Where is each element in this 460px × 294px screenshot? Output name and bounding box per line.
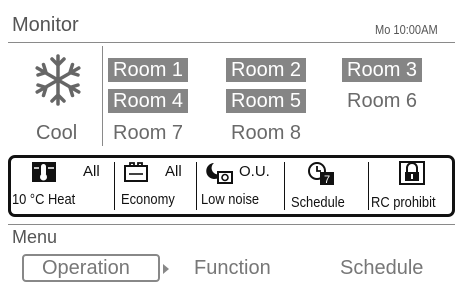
status-economy-label: Economy <box>121 191 175 208</box>
room-5[interactable]: Room 5 <box>226 89 307 113</box>
status-schedule-label: Schedule <box>291 194 345 211</box>
room-3[interactable]: Room 3 <box>342 58 423 82</box>
menu-label: Menu <box>12 227 58 247</box>
status-heat-scope: All <box>83 163 100 180</box>
mode-label: Cool <box>36 122 78 144</box>
tab-operation[interactable]: Operation <box>22 254 160 282</box>
menu-divider <box>8 224 455 225</box>
economy-icon <box>123 161 149 188</box>
chevron-right-icon <box>163 264 169 274</box>
room-6[interactable]: Room 6 <box>342 89 422 113</box>
screen-title: Monitor <box>12 14 79 36</box>
heat-thermometer-icon <box>31 161 57 188</box>
room-8[interactable]: Room 8 <box>226 121 306 145</box>
status-low-noise-label: Low noise <box>201 191 260 208</box>
status-schedule: 7 Schedule <box>285 158 368 214</box>
status-bar: All 10 °C Heat All Economy O.U. Low nois… <box>8 155 455 217</box>
room-4[interactable]: Room 4 <box>108 89 189 113</box>
status-economy-scope: All <box>165 163 182 180</box>
status-rc-prohibit: RC prohibit <box>369 158 455 214</box>
status-heat: All 10 °C Heat <box>11 158 114 214</box>
tab-schedule[interactable]: Schedule <box>340 257 423 280</box>
tab-function[interactable]: Function <box>194 257 271 280</box>
header-divider <box>8 42 455 43</box>
status-rc-prohibit-label: RC prohibit <box>371 194 436 211</box>
status-low-noise: O.U. Low noise <box>197 158 284 214</box>
svg-text:7: 7 <box>324 174 330 186</box>
room-2[interactable]: Room 2 <box>226 58 307 82</box>
status-heat-label: 10 °C Heat <box>12 191 76 208</box>
snowflake-icon <box>30 52 86 108</box>
room-7[interactable]: Room 7 <box>108 121 188 145</box>
schedule-clock-icon: 7 <box>307 161 337 192</box>
status-economy: All Economy <box>115 158 195 214</box>
room-1[interactable]: Room 1 <box>108 58 189 82</box>
mode-divider <box>102 46 103 146</box>
low-noise-moon-icon <box>205 161 235 190</box>
tab-operation-label: Operation <box>42 257 130 279</box>
clock-display: Mo 10:00AM <box>375 22 438 37</box>
status-low-noise-scope: O.U. <box>239 163 270 180</box>
padlock-icon <box>399 161 425 190</box>
